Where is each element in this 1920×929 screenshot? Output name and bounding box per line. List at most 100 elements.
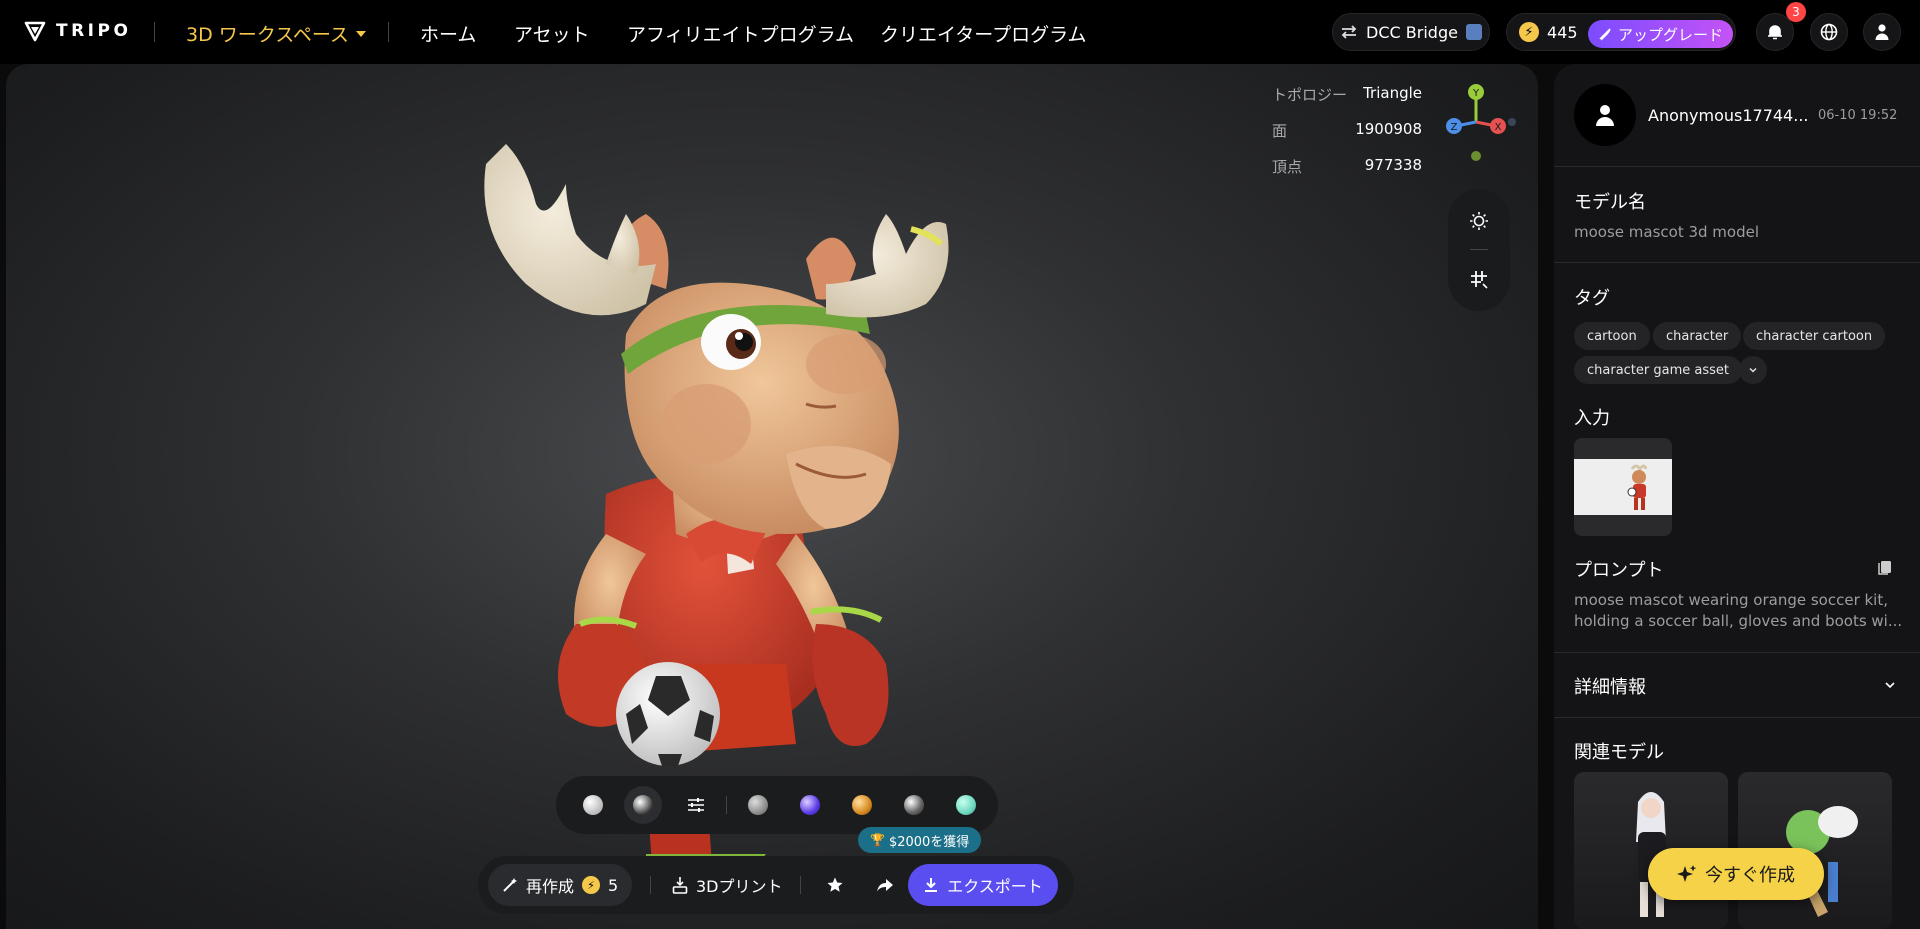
sliders-icon: [688, 798, 704, 812]
language-button[interactable]: [1810, 13, 1848, 51]
faces-label: 面: [1272, 122, 1288, 140]
regenerate-button[interactable]: 再作成 ⚡ 5: [488, 864, 633, 906]
upgrade-button[interactable]: アップグレード: [1588, 20, 1734, 48]
earn-badge[interactable]: 🏆 $2000を獲得: [858, 827, 982, 853]
create-now-button[interactable]: 今すぐ作成: [1648, 848, 1824, 900]
star-icon: [827, 877, 843, 892]
prompt-line-2: holding a soccer ball, gloves and boots …: [1574, 612, 1903, 630]
material-gold-icon[interactable]: [852, 795, 872, 815]
dcc-bridge-label: DCC Bridge: [1366, 22, 1458, 42]
brand-logo[interactable]: TRIPO: [24, 20, 131, 42]
prompt-heading: プロンプト: [1574, 560, 1664, 581]
copy-icon: [1878, 561, 1891, 575]
create-now-label: 今すぐ作成: [1705, 865, 1795, 886]
account-button[interactable]: [1863, 13, 1901, 51]
brand-name: TRIPO: [56, 21, 132, 41]
material-grey-icon[interactable]: [748, 795, 768, 815]
tags-heading: タグ: [1574, 288, 1610, 309]
details-accordion[interactable]: 詳細情報: [1554, 653, 1920, 717]
3d-viewport[interactable]: トポロジー Triangle 面 1900908 頂点 977338 Y X Z: [6, 64, 1538, 929]
tag-chip[interactable]: character: [1653, 322, 1742, 350]
chevron-down-icon: [1885, 682, 1895, 689]
vertices-value: 977338: [1364, 156, 1422, 174]
magic-wand-icon: [503, 878, 517, 892]
axis-gizmo[interactable]: Y X Z: [1436, 80, 1516, 170]
moose-thumbnail-image: [1627, 464, 1648, 510]
avatar[interactable]: [1574, 84, 1636, 146]
favorite-button[interactable]: [812, 864, 858, 906]
export-button[interactable]: エクスポート: [908, 864, 1058, 906]
globe-icon: [1820, 23, 1838, 41]
input-heading: 入力: [1574, 408, 1610, 429]
topology-label: トポロジー: [1272, 86, 1348, 104]
tag-chip[interactable]: cartoon: [1574, 322, 1650, 350]
input-image-thumbnail[interactable]: [1574, 438, 1672, 536]
adjust-sliders-button[interactable]: [686, 795, 706, 815]
workspace-dropdown[interactable]: 3D ワークスペース: [186, 20, 367, 47]
timestamp: 06-10 19:52: [1818, 108, 1898, 123]
nav-affiliate[interactable]: アフィリエイトプログラム: [627, 20, 854, 47]
dcc-badge-icon: [1465, 24, 1482, 40]
material-mint-icon[interactable]: [956, 795, 976, 815]
grid-tool[interactable]: [1467, 267, 1491, 291]
vertices-label: 頂点: [1272, 158, 1303, 176]
nav-home[interactable]: ホーム: [420, 20, 476, 47]
earn-label: $2000を獲得: [888, 834, 970, 850]
top-bar: TRIPO 3D ワークスペース ホーム アセット アフィリエイトプログラム ク…: [0, 0, 1920, 64]
user-icon: [1875, 24, 1889, 40]
copy-prompt-button[interactable]: [1876, 558, 1894, 576]
chevron-down-icon: [1749, 367, 1757, 373]
divider: [1554, 262, 1920, 263]
topology-value: Triangle: [1363, 84, 1422, 102]
nav-assets[interactable]: アセット: [514, 20, 590, 47]
material-toolbar: [556, 776, 998, 834]
export-label: エクスポート: [947, 877, 1043, 896]
y-axis-label: Y: [1472, 88, 1480, 99]
regenerate-cost: 5: [608, 875, 619, 895]
model-name-heading: モデル名: [1574, 192, 1646, 213]
prompt-line-1: moose mascot wearing orange soccer kit,: [1574, 591, 1889, 609]
username[interactable]: Anonymous17744...: [1648, 106, 1809, 125]
trophy-icon: 🏆: [870, 833, 885, 847]
3d-print-button[interactable]: 3Dプリント: [658, 864, 797, 906]
3d-print-label: 3Dプリント: [696, 877, 783, 896]
tag-chip[interactable]: character cartoon: [1743, 322, 1886, 350]
input-image: [1574, 459, 1672, 515]
share-icon: [877, 879, 893, 892]
model-info-panel: Anonymous17744... 06-10 19:52 モデル名 moose…: [1554, 64, 1920, 929]
faces-value: 1900908: [1355, 120, 1422, 138]
swap-arrows-icon: [1341, 25, 1357, 39]
material-metal-icon[interactable]: [904, 795, 924, 815]
credits-count: 445: [1547, 22, 1578, 42]
tag-chip[interactable]: character game asset: [1574, 356, 1743, 384]
divider: [1554, 166, 1920, 167]
topology-row: トポロジー Triangle: [1272, 84, 1422, 105]
upgrade-label: アップグレード: [1618, 25, 1724, 44]
material-clay-icon[interactable]: [583, 795, 603, 815]
divider: [650, 876, 651, 894]
divider: [154, 22, 155, 42]
caret-down-icon: [355, 30, 366, 37]
vertices-row: 頂点 977338: [1272, 156, 1422, 177]
sparkle-icon: [1677, 865, 1697, 882]
model-name: moose mascot 3d model: [1574, 223, 1760, 241]
divider: [800, 876, 801, 894]
divider: [1554, 717, 1920, 718]
divider: [726, 796, 727, 814]
viewport-side-tools: [1448, 189, 1510, 311]
notification-badge: 3: [1786, 2, 1806, 22]
material-normal-icon[interactable]: [800, 795, 820, 815]
share-button[interactable]: [862, 864, 908, 906]
x-axis-label: X: [1495, 122, 1502, 133]
divider: [388, 22, 389, 42]
details-heading: 詳細情報: [1574, 677, 1646, 698]
nav-creator[interactable]: クリエイタープログラム: [880, 20, 1087, 47]
regenerate-label: 再作成: [526, 877, 575, 896]
lighting-tool[interactable]: [1467, 209, 1491, 233]
workspace-label: 3D ワークスペース: [186, 24, 349, 46]
material-textured-icon[interactable]: [633, 795, 653, 815]
dcc-bridge-button[interactable]: DCC Bridge: [1332, 13, 1490, 51]
grid-icon: [1471, 271, 1488, 289]
tags-expand-button[interactable]: [1739, 356, 1767, 384]
download-icon: [925, 878, 938, 892]
